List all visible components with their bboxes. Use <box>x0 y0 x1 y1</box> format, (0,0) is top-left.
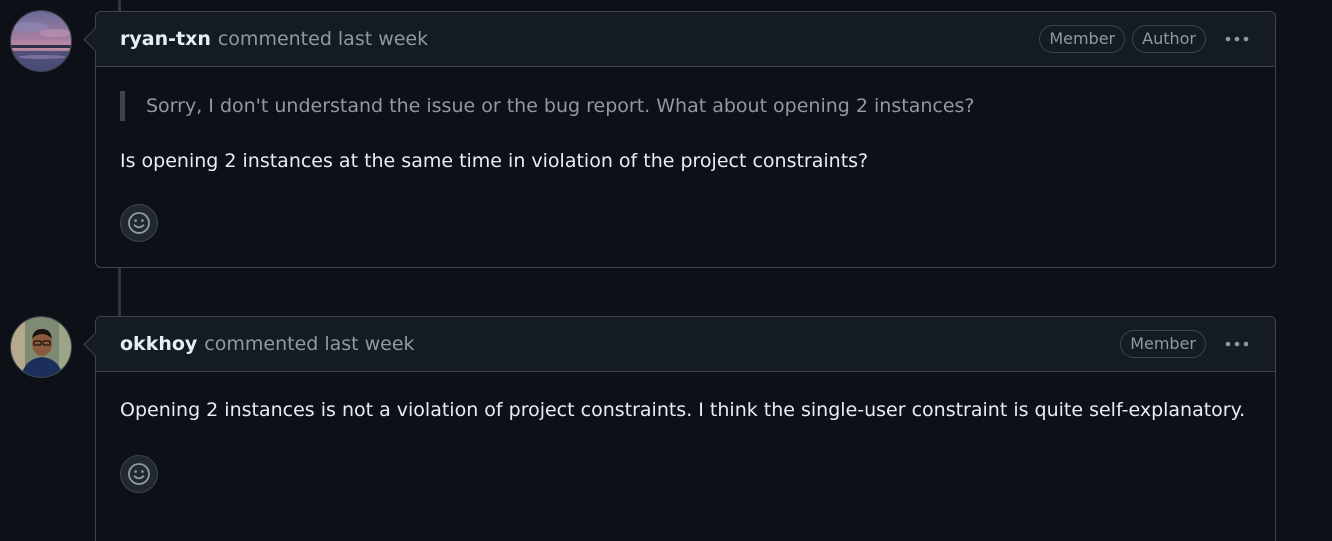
person-photo-avatar <box>11 317 71 377</box>
author-badge: Author <box>1132 25 1206 53</box>
issue-timeline: ryan-txn commented last week Member Autho… <box>0 0 1332 541</box>
comment-header: ryan-txn commented last week Member Autho… <box>96 12 1275 67</box>
avatar[interactable] <box>10 316 72 378</box>
comment-header-actions: Member <box>1120 330 1251 358</box>
comment-time[interactable]: last week <box>338 28 428 50</box>
smiley-icon <box>128 212 150 234</box>
timeline-line-middle <box>118 267 121 317</box>
comment-action: commented <box>204 333 319 355</box>
comment-meta: commented last week <box>218 28 428 50</box>
kebab-horizontal-icon[interactable] <box>1223 330 1251 358</box>
comment-meta: commented last week <box>204 333 414 355</box>
comment-author[interactable]: ryan-txn <box>120 28 211 50</box>
member-badge: Member <box>1039 25 1126 53</box>
comment-card: ryan-txn commented last week Member Autho… <box>95 11 1276 268</box>
comment-action: commented <box>217 28 332 50</box>
avatar[interactable] <box>10 10 72 72</box>
comment-header: okkhoy commented last week Member <box>96 317 1275 372</box>
comment-body: Opening 2 instances is not a violation o… <box>96 372 1275 493</box>
member-badge: Member <box>1120 330 1206 358</box>
comment-text: Is opening 2 instances at the same time … <box>120 150 869 172</box>
comment-body: Sorry, I don't understand the issue or t… <box>96 91 1275 242</box>
comment-card: okkhoy commented last week Member Opening… <box>95 316 1276 541</box>
comment-author[interactable]: okkhoy <box>120 333 197 355</box>
comment-time[interactable]: last week <box>324 333 414 355</box>
add-reaction-button[interactable] <box>120 455 158 493</box>
comment-header-actions: Member Author <box>1039 25 1251 53</box>
comment-text: Opening 2 instances is not a violation o… <box>120 399 1246 421</box>
sunset-landscape-avatar <box>11 11 71 71</box>
kebab-horizontal-icon[interactable] <box>1223 25 1251 53</box>
add-reaction-button[interactable] <box>120 204 158 242</box>
blockquote: Sorry, I don't understand the issue or t… <box>120 91 1251 121</box>
smiley-icon <box>128 463 150 485</box>
